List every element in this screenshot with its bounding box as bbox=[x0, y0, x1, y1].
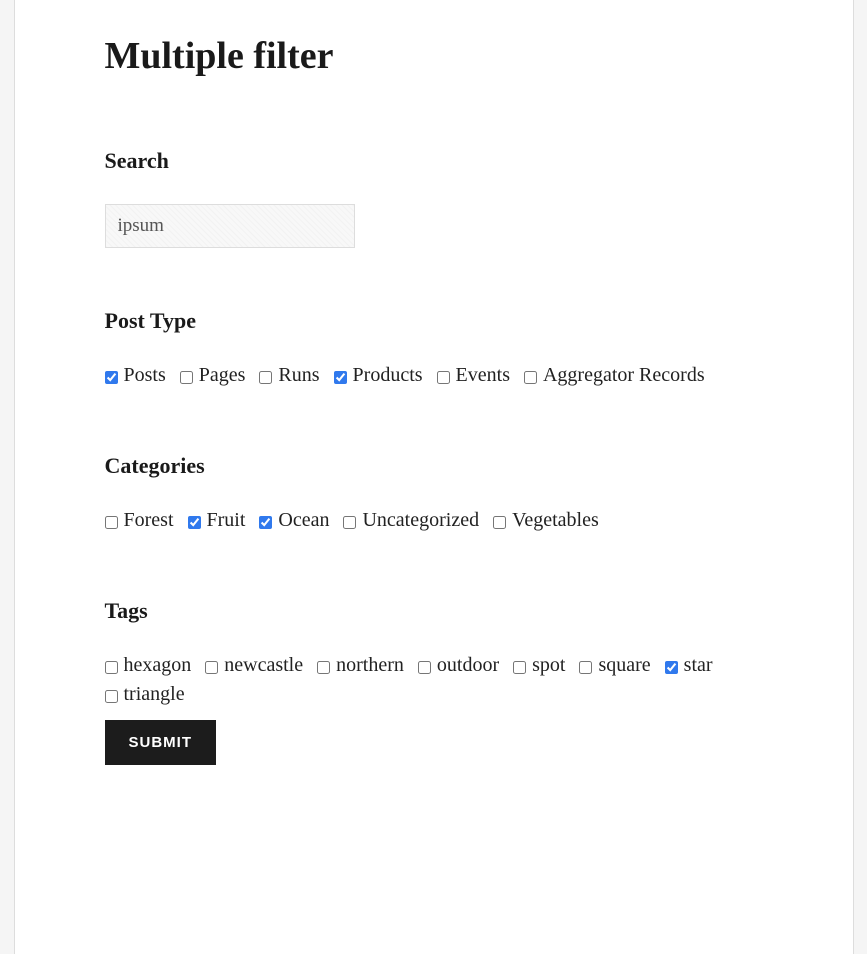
tag-label-outdoor: outdoor bbox=[437, 654, 499, 677]
post-type-label-pages: Pages bbox=[199, 364, 246, 387]
tag-checkbox-outdoor[interactable] bbox=[418, 661, 431, 674]
post-type-checkbox-runs[interactable] bbox=[259, 371, 272, 384]
tags-group: hexagon newcastle northern outdoor spot squar… bbox=[105, 654, 763, 712]
tag-checkbox-newcastle[interactable] bbox=[205, 661, 218, 674]
tag-checkbox-triangle[interactable] bbox=[105, 690, 118, 703]
tags-section: Tags hexagon newcastle northern outdoor spot… bbox=[105, 598, 763, 765]
tag-item-square[interactable]: square bbox=[579, 654, 650, 677]
tag-item-spot[interactable]: spot bbox=[513, 654, 565, 677]
post-type-item-runs[interactable]: Runs bbox=[259, 364, 319, 387]
category-checkbox-uncategorized[interactable] bbox=[343, 516, 356, 529]
category-item-vegetables[interactable]: Vegetables bbox=[493, 509, 599, 532]
submit-button[interactable]: Submit bbox=[105, 720, 217, 765]
tag-checkbox-hexagon[interactable] bbox=[105, 661, 118, 674]
category-item-uncategorized[interactable]: Uncategorized bbox=[343, 509, 479, 532]
post-type-checkbox-products[interactable] bbox=[334, 371, 347, 384]
category-checkbox-ocean[interactable] bbox=[259, 516, 272, 529]
category-label-fruit: Fruit bbox=[207, 509, 246, 532]
tag-item-star[interactable]: star bbox=[665, 654, 713, 677]
category-label-forest: Forest bbox=[124, 509, 174, 532]
category-item-fruit[interactable]: Fruit bbox=[188, 509, 246, 532]
tags-heading: Tags bbox=[105, 598, 763, 624]
tag-item-northern[interactable]: northern bbox=[317, 654, 404, 677]
category-label-vegetables: Vegetables bbox=[512, 509, 599, 532]
categories-heading: Categories bbox=[105, 453, 763, 479]
tag-label-star: star bbox=[684, 654, 713, 677]
post-type-label-products: Products bbox=[353, 364, 423, 387]
post-type-group: Posts Pages Runs Products Events Aggregator R… bbox=[105, 364, 763, 393]
tag-label-square: square bbox=[598, 654, 650, 677]
post-type-section: Post Type Posts Pages Runs Products Events Ag… bbox=[105, 308, 763, 393]
post-type-item-products[interactable]: Products bbox=[334, 364, 423, 387]
tag-item-outdoor[interactable]: outdoor bbox=[418, 654, 499, 677]
page-title: Multiple filter bbox=[105, 34, 763, 78]
tag-item-triangle[interactable]: triangle bbox=[105, 683, 185, 706]
search-heading: Search bbox=[105, 148, 763, 174]
category-checkbox-fruit[interactable] bbox=[188, 516, 201, 529]
categories-group: Forest Fruit Ocean Uncategorized Vegetables bbox=[105, 509, 763, 538]
tag-item-newcastle[interactable]: newcastle bbox=[205, 654, 303, 677]
filter-form-page: Multiple filter Search Post Type Posts Pa… bbox=[14, 0, 854, 954]
post-type-item-posts[interactable]: Posts bbox=[105, 364, 166, 387]
post-type-item-aggregator-records[interactable]: Aggregator Records bbox=[524, 364, 705, 387]
category-item-ocean[interactable]: Ocean bbox=[259, 509, 329, 532]
post-type-label-runs: Runs bbox=[278, 364, 319, 387]
category-checkbox-forest[interactable] bbox=[105, 516, 118, 529]
categories-section: Categories Forest Fruit Ocean Uncategorized… bbox=[105, 453, 763, 538]
post-type-item-pages[interactable]: Pages bbox=[180, 364, 246, 387]
post-type-checkbox-posts[interactable] bbox=[105, 371, 118, 384]
tag-label-newcastle: newcastle bbox=[224, 654, 303, 677]
search-section: Search bbox=[105, 148, 763, 248]
tag-checkbox-star[interactable] bbox=[665, 661, 678, 674]
category-label-ocean: Ocean bbox=[278, 509, 329, 532]
category-item-forest[interactable]: Forest bbox=[105, 509, 174, 532]
post-type-label-aggregator-records: Aggregator Records bbox=[543, 364, 705, 387]
post-type-item-events[interactable]: Events bbox=[437, 364, 510, 387]
post-type-checkbox-pages[interactable] bbox=[180, 371, 193, 384]
post-type-label-events: Events bbox=[456, 364, 510, 387]
post-type-heading: Post Type bbox=[105, 308, 763, 334]
category-label-uncategorized: Uncategorized bbox=[362, 509, 479, 532]
post-type-label-posts: Posts bbox=[124, 364, 166, 387]
tag-checkbox-square[interactable] bbox=[579, 661, 592, 674]
post-type-checkbox-aggregator-records[interactable] bbox=[524, 371, 537, 384]
category-checkbox-vegetables[interactable] bbox=[493, 516, 506, 529]
tag-checkbox-spot[interactable] bbox=[513, 661, 526, 674]
post-type-checkbox-events[interactable] bbox=[437, 371, 450, 384]
tag-label-hexagon: hexagon bbox=[124, 654, 192, 677]
search-input[interactable] bbox=[105, 204, 355, 248]
tag-item-hexagon[interactable]: hexagon bbox=[105, 654, 192, 677]
tag-label-spot: spot bbox=[532, 654, 565, 677]
tag-label-triangle: triangle bbox=[124, 683, 185, 706]
tag-label-northern: northern bbox=[336, 654, 404, 677]
tag-checkbox-northern[interactable] bbox=[317, 661, 330, 674]
